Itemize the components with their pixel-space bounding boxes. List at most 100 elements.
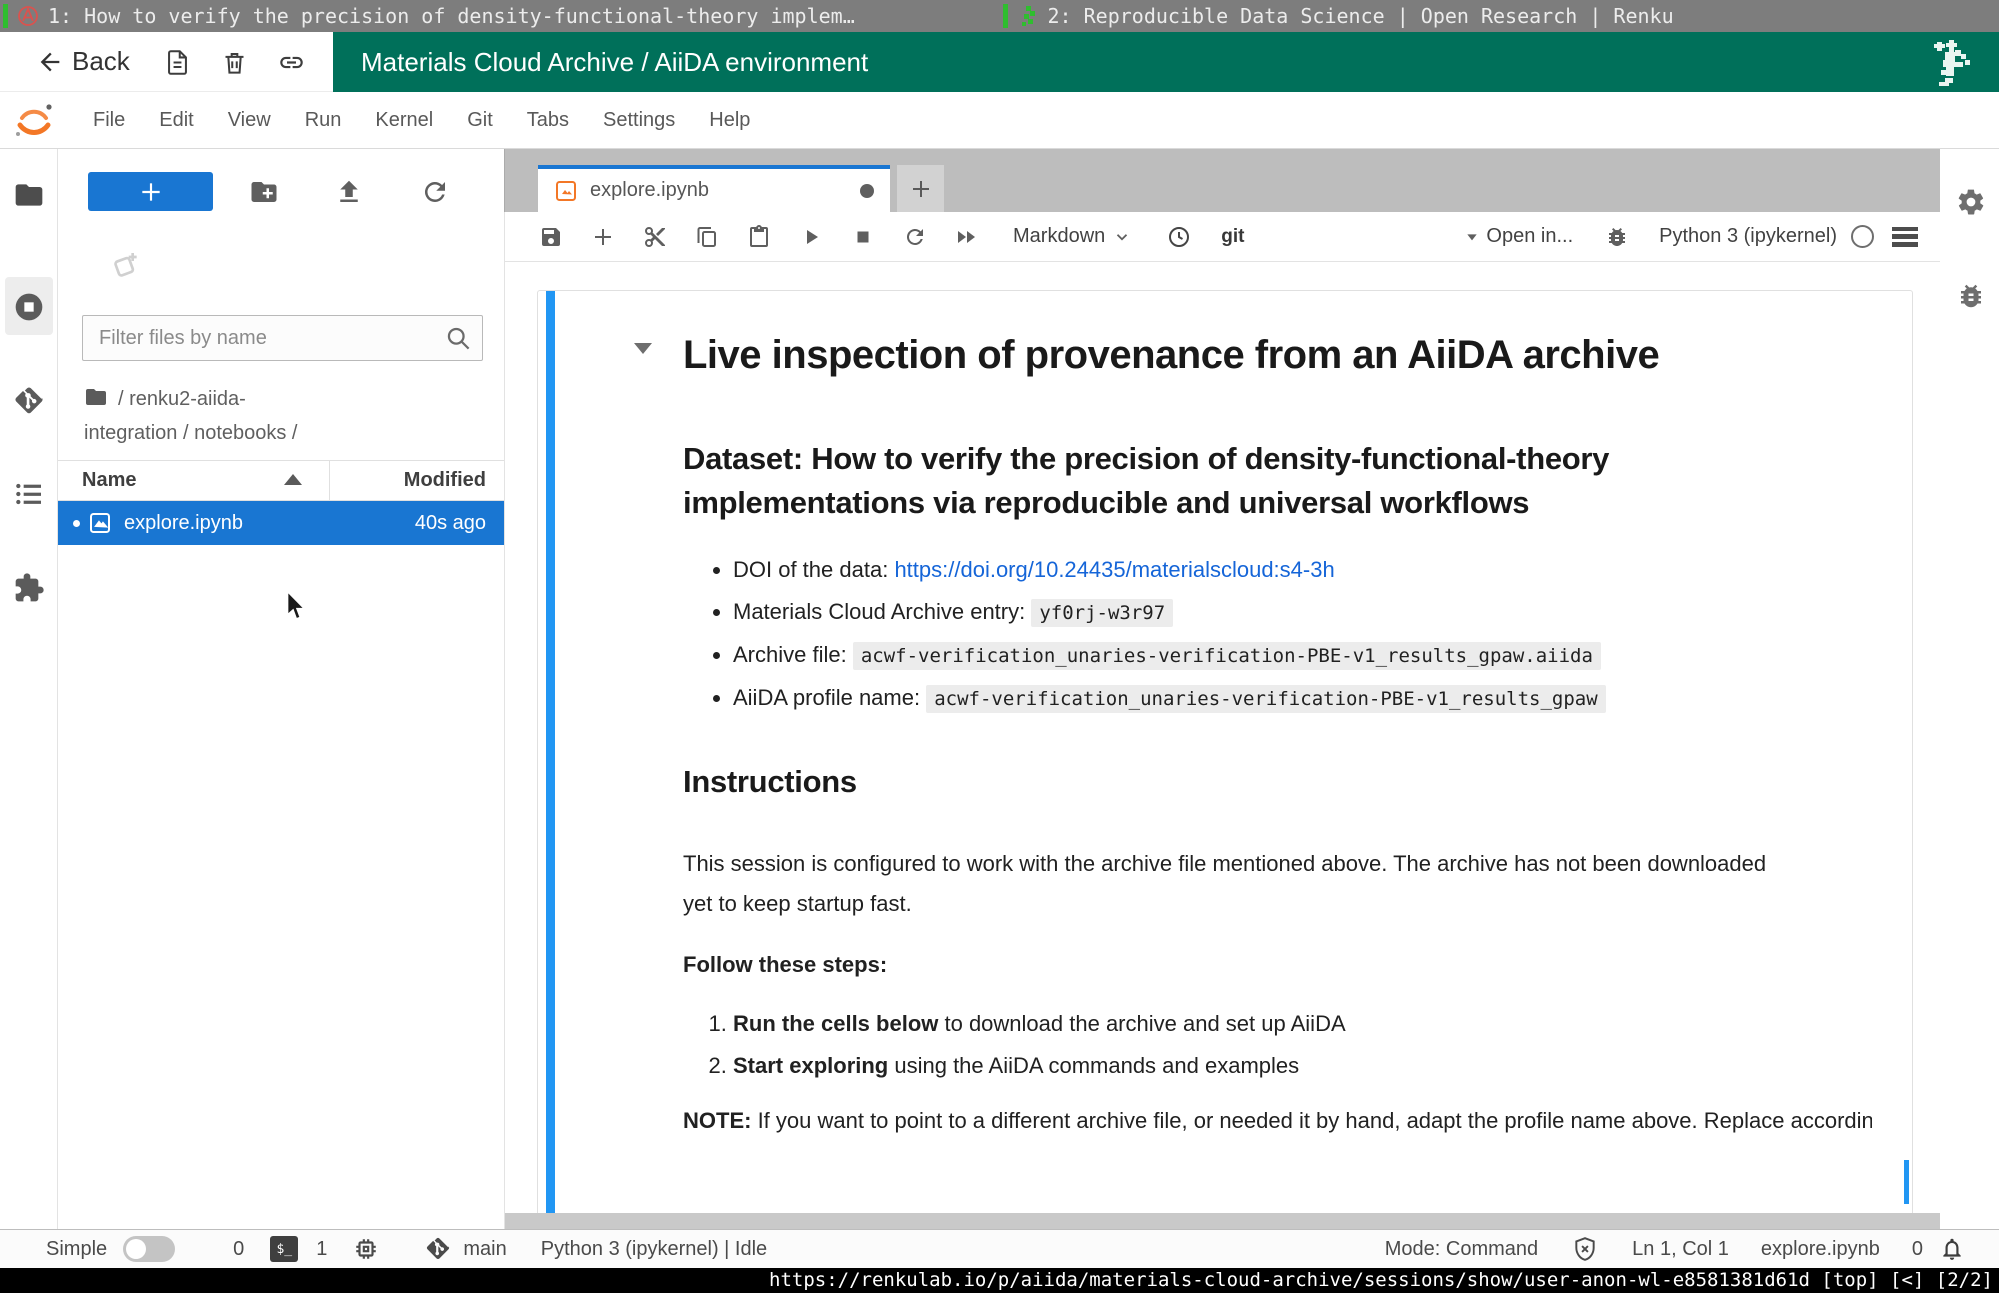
save-button[interactable]	[539, 225, 563, 249]
wm-tab-accent	[3, 4, 8, 28]
chevron-down-icon	[1113, 228, 1131, 246]
wm-tab-2[interactable]: 2: Reproducible Data Science | Open Rese…	[1000, 0, 1999, 32]
terminal-icon[interactable]: $_	[270, 1236, 298, 1262]
wm-tab-1[interactable]: 1: How to verify the precision of densit…	[0, 0, 1000, 32]
scrollbar-indicator[interactable]	[1904, 1160, 1909, 1204]
link-icon[interactable]	[278, 49, 305, 76]
copy-cells-button[interactable]	[695, 225, 719, 249]
git-tab-icon[interactable]	[13, 385, 45, 417]
menu-git[interactable]: Git	[450, 109, 510, 132]
new-tab-button[interactable]	[897, 165, 944, 212]
notebook-file-icon	[88, 511, 112, 535]
breadcrumb-line2: integration / notebooks /	[84, 422, 297, 444]
unsaved-changes-dot	[73, 520, 80, 527]
horizontal-scrollbar[interactable]	[505, 1213, 1940, 1229]
new-folder-button[interactable]	[249, 177, 279, 207]
new-launcher-button[interactable]	[88, 172, 213, 211]
insert-cell-button[interactable]	[591, 225, 615, 249]
kernel-status-icon[interactable]	[1851, 225, 1874, 248]
extensions-tab-icon[interactable]	[13, 572, 45, 604]
instructions-paragraph: This session is configured to work with …	[683, 844, 1783, 924]
cut-cells-button[interactable]	[643, 225, 667, 249]
git-branch-icon[interactable]	[425, 1236, 451, 1262]
menu-kernel[interactable]: Kernel	[358, 109, 450, 132]
breadcrumb[interactable]: / renku2-aiida- integration / notebooks …	[84, 382, 484, 450]
tab-explore-ipynb[interactable]: explore.ipynb	[538, 165, 890, 212]
kernel-status-text[interactable]: Python 3 (ipykernel) | Idle	[541, 1238, 767, 1261]
history-clock-icon[interactable]	[1167, 225, 1191, 249]
restart-kernel-button[interactable]	[903, 225, 927, 249]
doi-link[interactable]: https://doi.org/10.24435/materialscloud:…	[894, 557, 1334, 582]
property-inspector-gear-icon[interactable]	[1956, 187, 1986, 217]
list-item: Start exploring using the AiiDA commands…	[733, 1050, 1872, 1082]
file-list-header: Name Modified	[58, 460, 504, 501]
menu-settings[interactable]: Settings	[586, 109, 692, 132]
list-item: DOI of the data: https://doi.org/10.2443…	[733, 555, 1872, 585]
paste-cells-button[interactable]	[747, 225, 771, 249]
sort-ascending-icon[interactable]	[284, 474, 302, 485]
bullet-label: Materials Cloud Archive entry:	[733, 599, 1031, 624]
menu-file[interactable]: File	[76, 109, 142, 132]
session-toolbar: Back	[0, 32, 333, 92]
simple-mode-toggle[interactable]	[123, 1236, 175, 1262]
menu-help[interactable]: Help	[692, 109, 767, 132]
cell-type-dropdown[interactable]: Markdown	[1013, 225, 1131, 248]
menu-edit[interactable]: Edit	[142, 109, 210, 132]
run-cell-button[interactable]	[799, 225, 823, 249]
plus-icon	[909, 177, 933, 201]
search-icon[interactable]	[445, 325, 472, 352]
file-row-explore-ipynb[interactable]: explore.ipynb 40s ago	[58, 501, 504, 545]
interrupt-kernel-button[interactable]	[851, 225, 875, 249]
right-sidebar	[1940, 149, 1999, 1229]
clipped-note-line: NOTE: If you want to point to a differen…	[683, 1108, 1872, 1134]
file-browser-tab-icon[interactable]	[13, 179, 45, 211]
column-modified[interactable]: Modified	[404, 469, 486, 492]
cpu-chip-icon[interactable]	[353, 1236, 379, 1262]
back-button[interactable]: Back	[36, 46, 130, 77]
active-cell-indicator[interactable]	[546, 291, 555, 1229]
document-icon[interactable]	[164, 49, 191, 76]
markdown-cell[interactable]: Live inspection of provenance from an Ai…	[537, 290, 1913, 1229]
unsaved-indicator-dot[interactable]	[860, 184, 874, 198]
refresh-button[interactable]	[420, 177, 450, 207]
step-rest: to download the archive and set up AiiDA	[938, 1011, 1345, 1036]
restart-run-all-button[interactable]	[955, 225, 979, 249]
running-kernels-tab-icon[interactable]	[13, 291, 45, 323]
back-arrow-icon	[36, 48, 64, 76]
branch-name[interactable]: main	[463, 1238, 506, 1261]
steps-intro: Follow these steps:	[683, 952, 1872, 978]
filter-files-input[interactable]	[83, 316, 482, 360]
session-header: Back Materials Cloud Archive / AiiDA env…	[0, 32, 1999, 92]
debugger-bug-icon[interactable]	[1956, 281, 1986, 311]
file-browser-panel: / renku2-aiida- integration / notebooks …	[58, 149, 504, 1229]
heading-collapser-icon[interactable]	[634, 343, 652, 354]
table-of-contents-tab-icon[interactable]	[13, 478, 45, 510]
cursor-position[interactable]: Ln 1, Col 1	[1632, 1238, 1729, 1261]
kernel-name[interactable]: Python 3 (ipykernel)	[1659, 225, 1837, 248]
menu-tabs[interactable]: Tabs	[510, 109, 586, 132]
wm-tab-accent	[1003, 4, 1008, 28]
debugger-bug-icon[interactable]	[1605, 225, 1629, 249]
notebook-file-icon	[554, 179, 578, 203]
hamburger-menu-icon[interactable]	[1892, 227, 1918, 247]
git-toolbar-label[interactable]: git	[1221, 226, 1244, 248]
bell-icon[interactable]	[1939, 1236, 1965, 1262]
file-name: explore.ipynb	[124, 512, 243, 535]
active-file-name[interactable]: explore.ipynb	[1761, 1238, 1880, 1261]
open-in-dropdown[interactable]: Open in...	[1464, 225, 1573, 248]
menu-view[interactable]: View	[211, 109, 288, 132]
archive-file-code: acwf-verification_unaries-verification-P…	[853, 642, 1601, 670]
step-bold: Run the cells below	[733, 1011, 938, 1036]
status-bar: Simple 0 $_ 1 main Python 3 (ipykernel) …	[0, 1229, 1999, 1268]
folder-icon[interactable]	[84, 385, 108, 409]
step-rest: using the AiiDA commands and examples	[888, 1053, 1299, 1078]
column-name[interactable]: Name	[82, 469, 136, 492]
dataset-facts-list: DOI of the data: https://doi.org/10.2443…	[683, 555, 1872, 714]
shield-x-icon[interactable]	[1572, 1236, 1598, 1262]
menu-run[interactable]: Run	[288, 109, 359, 132]
trash-icon[interactable]	[221, 49, 248, 76]
simple-mode-label: Simple	[46, 1238, 107, 1261]
mode-indicator[interactable]: Mode: Command	[1385, 1238, 1538, 1261]
upload-button[interactable]	[334, 177, 364, 207]
instructions-heading: Instructions	[683, 760, 1663, 804]
